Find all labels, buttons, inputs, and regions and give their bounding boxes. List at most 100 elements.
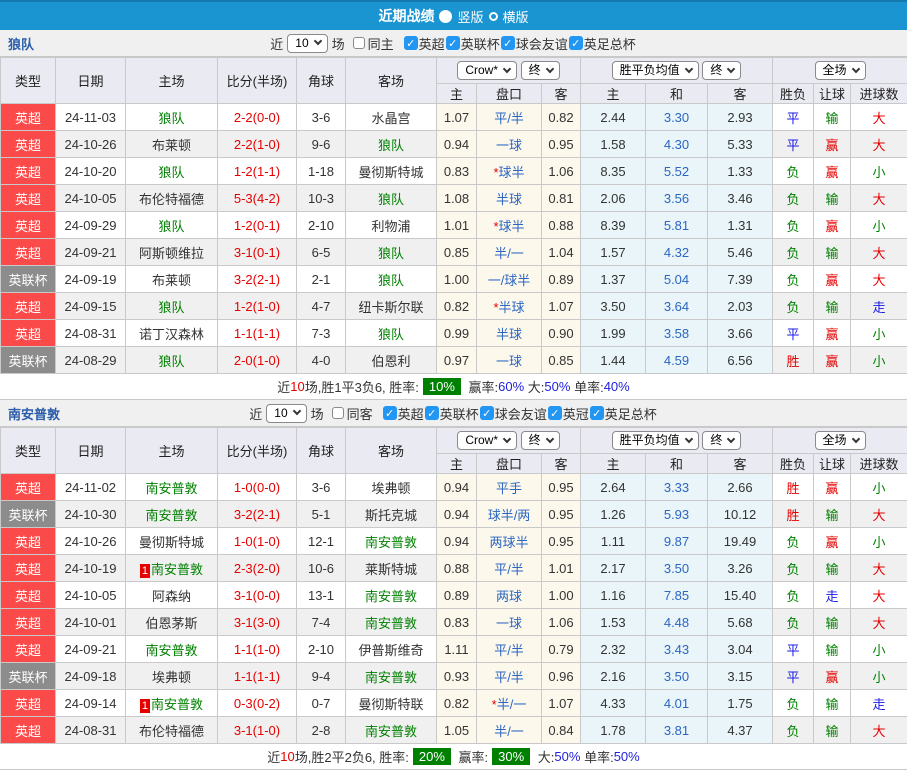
avg-home-odds: 2.17 xyxy=(581,555,646,582)
league-checkbox[interactable]: ✓英冠 xyxy=(548,404,589,423)
page-title: 近期战绩 xyxy=(378,6,434,26)
final-avg-select[interactable]: 终 xyxy=(702,431,741,450)
away-team-name: 利物浦 xyxy=(371,219,410,234)
match-row: 英超 24-09-14 1南安普敦 0-3(0-2) 0-7 曼彻斯特联 0.8… xyxy=(1,690,907,717)
full-match-select[interactable]: 全场 xyxy=(815,431,866,450)
handicap-line: *球半 xyxy=(477,158,542,185)
league-type-badge: 英超 xyxy=(1,609,56,636)
final-odds-select[interactable]: 终 xyxy=(521,431,560,450)
col-odds-home: 主 xyxy=(437,454,477,474)
home-team-name: 狼队 xyxy=(158,111,184,126)
avg-home-odds: 2.32 xyxy=(581,636,646,663)
recent-count-select[interactable]: 10 xyxy=(266,404,306,423)
goals-over-under-result: 大 xyxy=(851,185,907,212)
summary-text: 大: xyxy=(534,747,554,766)
goals-over-under-result: 小 xyxy=(851,663,907,690)
avg-odds-select[interactable]: 胜平负均值 xyxy=(612,61,699,80)
chevron-down-icon xyxy=(313,37,321,45)
home-odds: 1.00 xyxy=(437,266,477,293)
goals-over-under-result: 小 xyxy=(851,528,907,555)
match-row: 英超 24-10-01 伯恩茅斯 3-1(3-0) 7-4 南安普敦 0.83 … xyxy=(1,609,907,636)
corner-count: 9-6 xyxy=(297,131,346,158)
checkbox-unchecked-icon xyxy=(332,407,344,419)
league-checkbox[interactable]: ✓英足总杯 xyxy=(569,34,636,53)
handicap-line: 半/一 xyxy=(477,239,542,266)
home-team-cell: 布伦特福德 xyxy=(126,185,218,212)
goals-over-under-result: 小 xyxy=(851,212,907,239)
avg-away-odds: 4.37 xyxy=(708,717,773,744)
avg-away-odds: 7.39 xyxy=(708,266,773,293)
handicap-result: 输 xyxy=(814,104,851,131)
avg-draw-odds: 3.30 xyxy=(646,104,708,131)
avg-away-odds: 3.46 xyxy=(708,185,773,212)
league-checkbox-label: 英冠 xyxy=(563,404,589,423)
horizontal-layout-radio[interactable] xyxy=(489,12,498,21)
away-team-name: 南安普敦 xyxy=(365,616,417,631)
match-row: 英超 24-09-15 狼队 1-2(1-0) 4-7 纽卡斯尔联 0.82 *… xyxy=(1,293,907,320)
same-away-checkbox[interactable]: 同客 xyxy=(332,404,373,423)
match-row: 英超 24-09-21 南安普敦 1-1(1-0) 2-10 伊普斯维奇 1.1… xyxy=(1,636,907,663)
win-draw-loss-result: 平 xyxy=(773,663,814,690)
league-checkbox[interactable]: ✓英超 xyxy=(404,34,445,53)
chevron-down-icon xyxy=(727,434,735,442)
league-checkbox[interactable]: ✓英联杯 xyxy=(446,34,500,53)
avg-home-odds: 1.78 xyxy=(581,717,646,744)
goals-over-under-result: 大 xyxy=(851,501,907,528)
chevron-down-icon xyxy=(851,434,859,442)
col-handicap: 盘口 xyxy=(477,454,542,474)
home-team-name: 埃弗顿 xyxy=(152,670,191,685)
handicap-result: 走 xyxy=(814,582,851,609)
away-odds: 1.04 xyxy=(542,239,581,266)
avg-away-odds: 2.66 xyxy=(708,474,773,501)
goals-over-under-result: 大 xyxy=(851,104,907,131)
home-odds: 1.11 xyxy=(437,636,477,663)
away-odds: 0.81 xyxy=(542,185,581,212)
away-team-cell: 曼彻斯特联 xyxy=(346,690,437,717)
corner-count: 3-6 xyxy=(297,104,346,131)
checkbox-checked-icon: ✓ xyxy=(383,406,397,420)
handicap-line: 平/半 xyxy=(477,104,542,131)
chevron-down-icon xyxy=(503,434,511,442)
goals-over-under-result: 大 xyxy=(851,266,907,293)
handicap-line: *球半 xyxy=(477,212,542,239)
goals-over-under-result: 小 xyxy=(851,347,907,374)
avg-odds-select[interactable]: 胜平负均值 xyxy=(612,431,699,450)
league-type-badge: 英超 xyxy=(1,293,56,320)
odds-company-select[interactable]: Crow* xyxy=(457,61,517,80)
chevron-down-icon xyxy=(545,64,553,72)
home-odds: 0.94 xyxy=(437,528,477,555)
league-checkbox-group: ✓英超✓英联杯✓球会友谊✓英冠✓英足总杯 xyxy=(383,404,658,423)
home-team-name: 布伦特福德 xyxy=(139,192,204,207)
score-halftime: 1-2(1-1) xyxy=(218,158,297,185)
odds-group-header: Crow* 终 xyxy=(437,428,581,454)
col-handicap-result: 让球 xyxy=(814,84,851,104)
handicap-line: 一球 xyxy=(477,347,542,374)
matches-label: 场 xyxy=(332,34,345,53)
score-halftime: 1-1(1-0) xyxy=(218,636,297,663)
win-draw-loss-result: 负 xyxy=(773,609,814,636)
full-match-select[interactable]: 全场 xyxy=(815,61,866,80)
odds-company-select[interactable]: Crow* xyxy=(457,431,517,450)
vertical-layout-label: 竖版 xyxy=(457,7,483,26)
league-checkbox[interactable]: ✓英超 xyxy=(383,404,424,423)
league-type-badge: 英超 xyxy=(1,717,56,744)
score-halftime: 1-0(1-0) xyxy=(218,528,297,555)
chevron-down-icon xyxy=(292,407,300,415)
league-checkbox[interactable]: ✓球会友谊 xyxy=(480,404,547,423)
match-date: 24-10-05 xyxy=(56,582,126,609)
final-odds-select[interactable]: 终 xyxy=(521,61,560,80)
win-draw-loss-result: 胜 xyxy=(773,347,814,374)
league-checkbox[interactable]: ✓英足总杯 xyxy=(590,404,657,423)
corner-count: 9-4 xyxy=(297,663,346,690)
match-date: 24-10-26 xyxy=(56,131,126,158)
league-type-badge: 英超 xyxy=(1,185,56,212)
match-row: 英超 24-08-31 诺丁汉森林 1-1(1-1) 7-3 狼队 0.99 半… xyxy=(1,320,907,347)
summary-text: 单率: xyxy=(580,747,613,766)
recent-count-select[interactable]: 10 xyxy=(287,34,327,53)
col-score: 比分(半场) xyxy=(218,428,297,474)
same-home-checkbox[interactable]: 同主 xyxy=(353,34,394,53)
final-avg-select[interactable]: 终 xyxy=(702,61,741,80)
league-checkbox[interactable]: ✓球会友谊 xyxy=(501,34,568,53)
league-checkbox[interactable]: ✓英联杯 xyxy=(425,404,479,423)
vertical-layout-radio[interactable] xyxy=(439,10,452,23)
